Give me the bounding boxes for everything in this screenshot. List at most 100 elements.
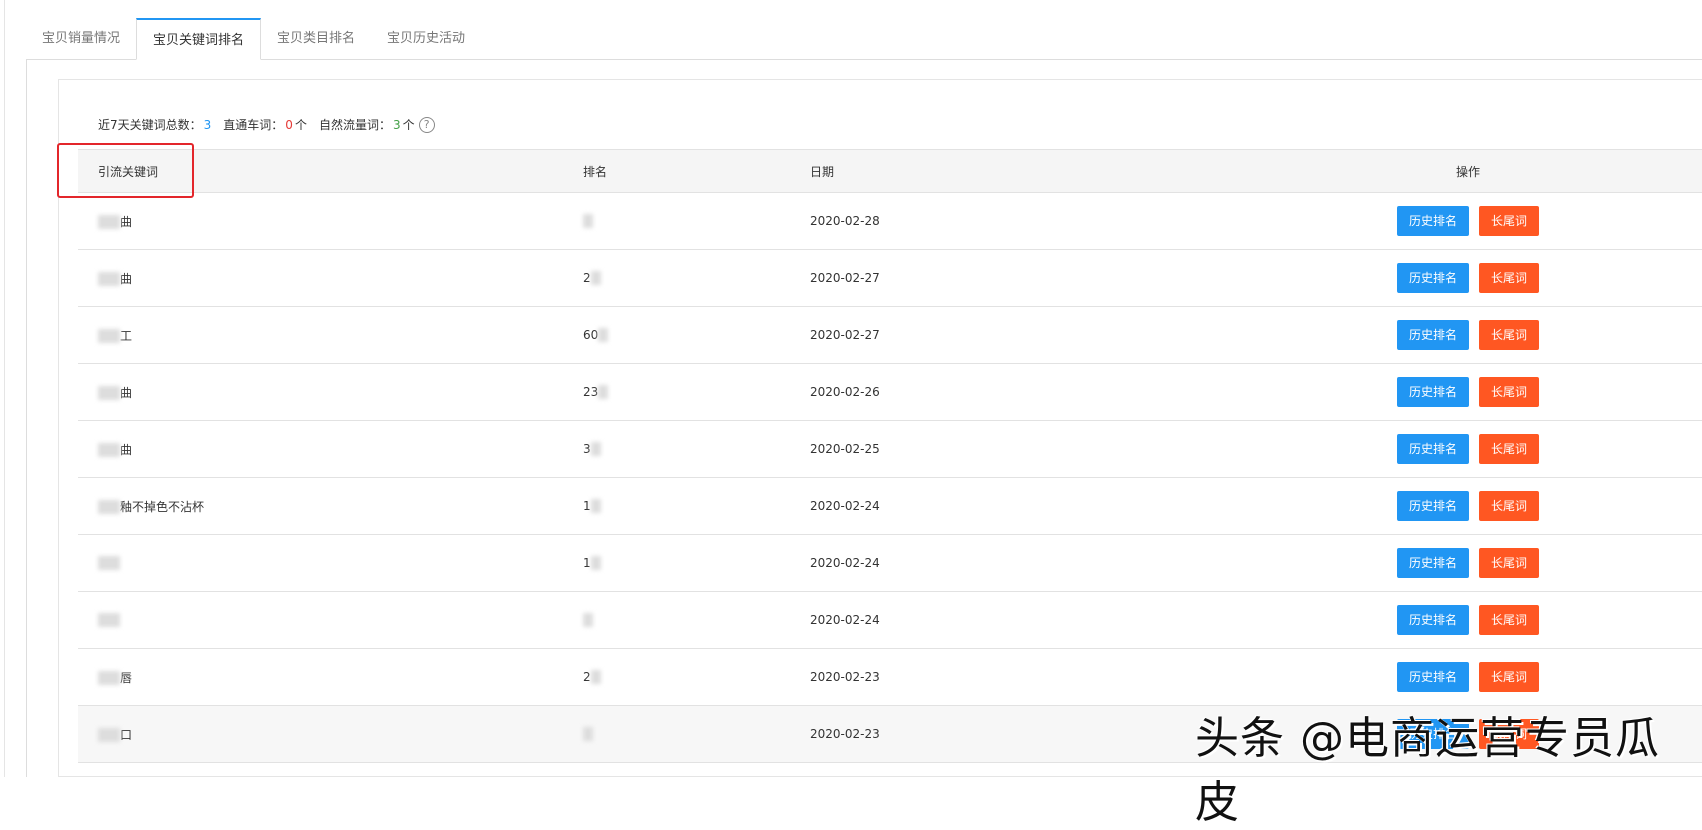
keyword-summary: 近7天关键词总数： 3 直通车词： 0 个 自然流量词： 3 个 ? xyxy=(98,116,435,133)
long-tail-button[interactable]: 长尾词 xyxy=(1479,206,1540,236)
blurred-text xyxy=(98,671,120,685)
ztc-label: 直通车词： xyxy=(223,118,284,132)
actions-cell: 历史排名 长尾词 xyxy=(1290,662,1646,692)
long-tail-button[interactable]: 长尾词 xyxy=(1479,662,1540,692)
rank-cell xyxy=(583,214,810,229)
natural-label: 自然流量词： xyxy=(318,118,391,132)
actions-cell: 历史排名 长尾词 xyxy=(1290,377,1646,407)
keyword-cell xyxy=(78,556,583,571)
ztc-unit: 个 xyxy=(294,118,307,132)
history-rank-button[interactable]: 历史排名 xyxy=(1396,206,1469,236)
keyword-text: 曲 xyxy=(120,271,133,286)
history-rank-button[interactable]: 历史排名 xyxy=(1396,548,1469,578)
keyword-text: 曲 xyxy=(120,385,133,400)
long-tail-button[interactable]: 长尾词 xyxy=(1479,548,1540,578)
rank-cell: 1 xyxy=(583,556,810,571)
help-icon[interactable]: ? xyxy=(418,116,435,133)
table-row: 曲 2 2020-02-27 历史排名 长尾词 xyxy=(78,250,1702,307)
rank-cell: 60 xyxy=(583,328,810,343)
rank-text: 1 xyxy=(583,498,591,513)
date-cell: 2020-02-25 xyxy=(810,442,880,456)
keyword-table: 引流关键词 排名 日期 操作 曲 2020-02-28 历史排名 长尾词 曲 2… xyxy=(78,149,1702,763)
keyword-text: 工 xyxy=(120,328,133,343)
keyword-cell: 曲 xyxy=(78,270,583,287)
keyword-text: 曲 xyxy=(120,214,133,229)
tab-bar: 宝贝销量情况 宝贝关键词排名 宝贝类目排名 宝贝历史活动 xyxy=(26,18,1702,60)
watermark: 头条 @电商运营专员瓜皮 xyxy=(1195,713,1660,828)
blurred-text xyxy=(590,670,601,685)
header-actions: 操作 xyxy=(1455,164,1480,179)
date-cell: 2020-02-23 xyxy=(810,670,880,684)
blurred-text xyxy=(590,556,601,571)
blurred-text xyxy=(590,442,601,457)
actions-cell: 历史排名 长尾词 xyxy=(1290,320,1646,350)
history-rank-button[interactable]: 历史排名 xyxy=(1396,605,1469,635)
rank-text: 2 xyxy=(583,270,591,285)
history-rank-button[interactable]: 历史排名 xyxy=(1396,662,1469,692)
table-row: 唇 2 2020-02-23 历史排名 长尾词 xyxy=(78,649,1702,706)
date-cell: 2020-02-24 xyxy=(810,613,880,627)
page-border xyxy=(4,0,5,777)
long-tail-button[interactable]: 长尾词 xyxy=(1479,377,1540,407)
actions-cell: 历史排名 长尾词 xyxy=(1290,605,1646,635)
history-rank-button[interactable]: 历史排名 xyxy=(1396,263,1469,293)
natural-unit: 个 xyxy=(402,118,415,132)
tab-sales[interactable]: 宝贝销量情况 xyxy=(26,18,136,59)
date-cell: 2020-02-26 xyxy=(810,385,880,399)
table-header: 引流关键词 排名 日期 操作 xyxy=(78,149,1702,193)
keyword-text: 曲 xyxy=(120,442,133,457)
blurred-text xyxy=(98,556,120,571)
long-tail-button[interactable]: 长尾词 xyxy=(1479,491,1540,521)
history-rank-button[interactable]: 历史排名 xyxy=(1396,434,1469,464)
total-count: 3 xyxy=(203,117,212,132)
blurred-text xyxy=(98,215,120,229)
highlight-box xyxy=(57,143,194,198)
keyword-cell: 曲 xyxy=(78,384,583,401)
date-cell: 2020-02-28 xyxy=(810,214,880,228)
blurred-text xyxy=(598,328,609,343)
date-cell: 2020-02-24 xyxy=(810,499,880,513)
history-rank-button[interactable]: 历史排名 xyxy=(1396,320,1469,350)
keyword-cell: 唇 xyxy=(78,669,583,686)
blurred-text xyxy=(590,499,601,514)
rank-text: 23 xyxy=(583,384,599,399)
rank-text: 1 xyxy=(583,555,591,570)
keyword-text: 口 xyxy=(120,727,133,742)
rank-cell: 23 xyxy=(583,385,810,400)
table-row: 2020-02-24 历史排名 长尾词 xyxy=(78,592,1702,649)
blurred-text xyxy=(590,271,601,286)
header-rank: 排名 xyxy=(583,164,608,179)
keyword-cell: 曲 xyxy=(78,441,583,458)
blurred-text xyxy=(98,613,120,628)
keyword-cell: 釉不掉色不沾杯 xyxy=(78,498,583,515)
rank-cell: 2 xyxy=(583,670,810,685)
rank-cell: 3 xyxy=(583,442,810,457)
actions-cell: 历史排名 长尾词 xyxy=(1290,548,1646,578)
table-row: 釉不掉色不沾杯 1 2020-02-24 历史排名 长尾词 xyxy=(78,478,1702,535)
blurred-text xyxy=(583,613,593,628)
date-cell: 2020-02-27 xyxy=(810,271,880,285)
keyword-text: 釉不掉色不沾杯 xyxy=(120,499,205,514)
long-tail-button[interactable]: 长尾词 xyxy=(1479,320,1540,350)
blurred-text xyxy=(98,329,120,343)
long-tail-button[interactable]: 长尾词 xyxy=(1479,263,1540,293)
tab-category-rank[interactable]: 宝贝类目排名 xyxy=(261,18,371,59)
blurred-text xyxy=(98,386,120,400)
table-row: 曲 2020-02-28 历史排名 长尾词 xyxy=(78,193,1702,250)
actions-cell: 历史排名 长尾词 xyxy=(1290,206,1646,236)
tab-history-activity[interactable]: 宝贝历史活动 xyxy=(371,18,481,59)
table-row: 曲 23 2020-02-26 历史排名 长尾词 xyxy=(78,364,1702,421)
blurred-text xyxy=(598,385,609,400)
long-tail-button[interactable]: 长尾词 xyxy=(1479,605,1540,635)
rank-cell xyxy=(583,613,810,628)
rank-text: 3 xyxy=(583,441,591,456)
long-tail-button[interactable]: 长尾词 xyxy=(1479,434,1540,464)
history-rank-button[interactable]: 历史排名 xyxy=(1396,377,1469,407)
tab-keyword-rank[interactable]: 宝贝关键词排名 xyxy=(136,18,262,60)
date-cell: 2020-02-24 xyxy=(810,556,880,570)
total-label: 近7天关键词总数： xyxy=(98,118,202,132)
blurred-text xyxy=(98,443,120,457)
history-rank-button[interactable]: 历史排名 xyxy=(1396,491,1469,521)
table-row: 工 60 2020-02-27 历史排名 长尾词 xyxy=(78,307,1702,364)
date-cell: 2020-02-27 xyxy=(810,328,880,342)
